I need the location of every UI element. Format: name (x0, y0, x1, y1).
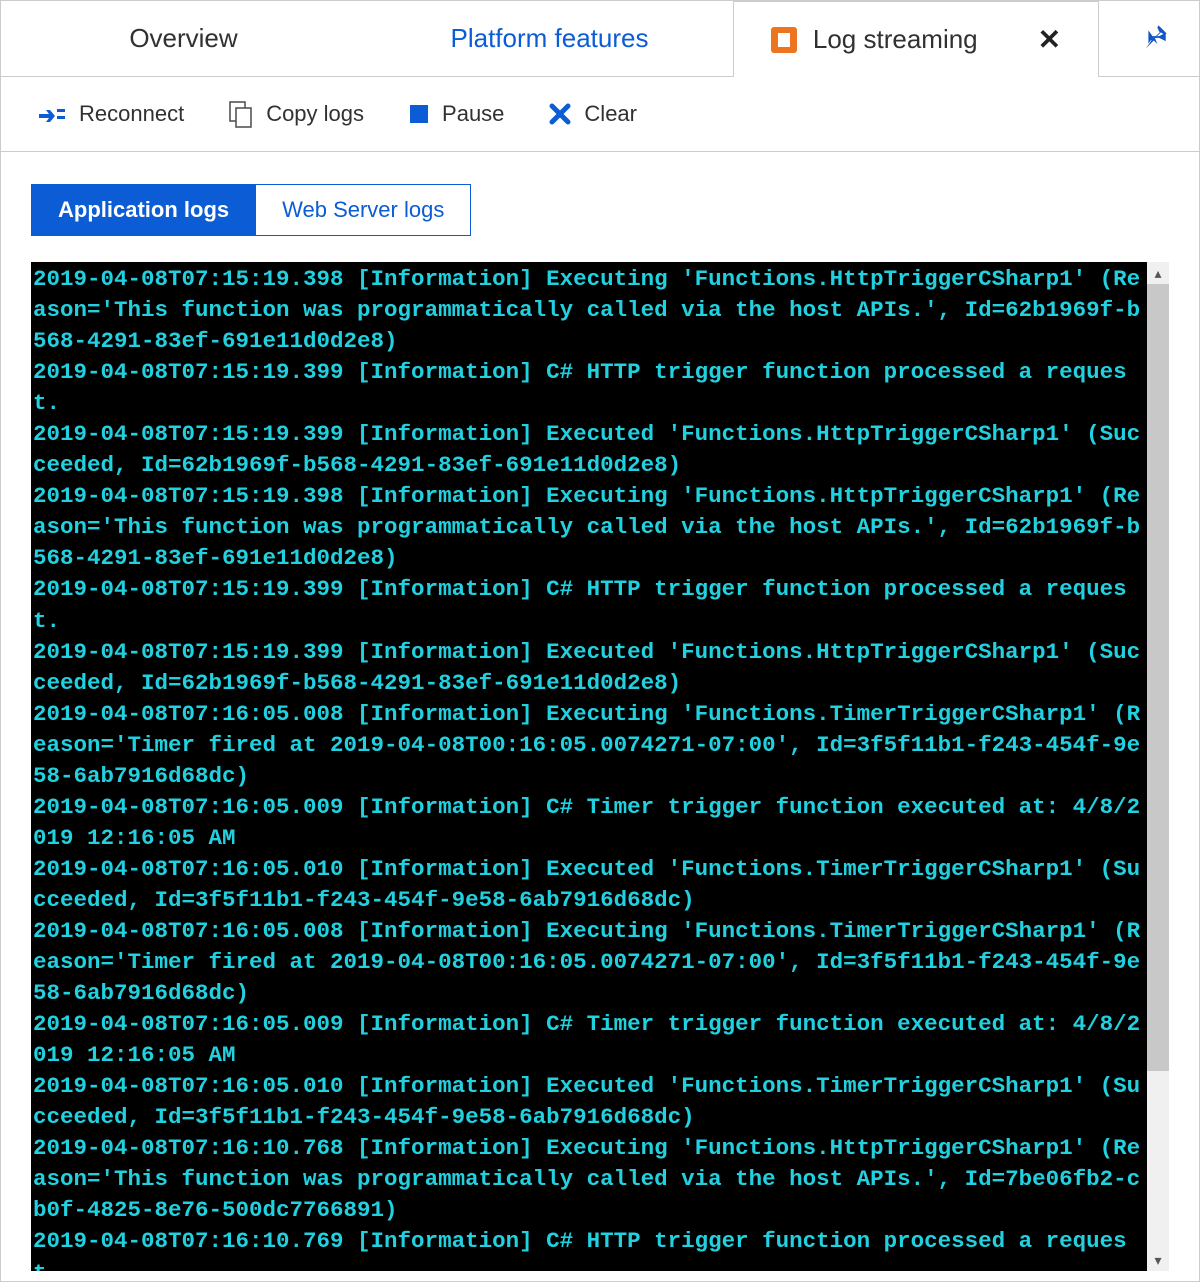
app-service-icon (771, 27, 797, 53)
content-area: Application logs Web Server logs 2019-04… (1, 152, 1199, 1281)
tab-overview-label: Overview (129, 23, 237, 54)
scroll-down-arrow[interactable]: ▾ (1147, 1249, 1169, 1271)
pin-icon (1141, 23, 1169, 51)
reconnect-label: Reconnect (79, 101, 184, 127)
scrollbar-thumb[interactable] (1147, 284, 1169, 1071)
tab-web-server-logs[interactable]: Web Server logs (256, 184, 471, 236)
tab-platform-features[interactable]: Platform features (367, 1, 733, 76)
tab-platform-label: Platform features (451, 23, 649, 54)
pause-icon (408, 103, 430, 125)
tab-log-streaming[interactable]: Log streaming ✕ (733, 1, 1099, 77)
log-type-tabs: Application logs Web Server logs (31, 184, 1169, 236)
scroll-up-arrow[interactable]: ▴ (1147, 262, 1169, 284)
pause-label: Pause (442, 101, 504, 127)
clear-button[interactable]: Clear (548, 101, 637, 127)
pin-button[interactable] (1141, 23, 1169, 56)
close-tab-button[interactable]: ✕ (1038, 23, 1061, 56)
toolbar: Reconnect Copy logs Pause Clear (1, 77, 1199, 152)
console-wrap: 2019-04-08T07:15:19.398 [Information] Ex… (31, 262, 1169, 1271)
pause-button[interactable]: Pause (408, 101, 504, 127)
main-tabstrip: Overview Platform features Log streaming… (1, 1, 1199, 77)
reconnect-icon (37, 103, 67, 125)
copy-logs-button[interactable]: Copy logs (228, 100, 364, 128)
copy-icon (228, 100, 254, 128)
reconnect-button[interactable]: Reconnect (37, 101, 184, 127)
log-console[interactable]: 2019-04-08T07:15:19.398 [Information] Ex… (31, 262, 1147, 1271)
clear-label: Clear (584, 101, 637, 127)
tab-overview[interactable]: Overview (1, 1, 367, 76)
tab-logstream-label: Log streaming (813, 24, 978, 55)
tab-application-logs[interactable]: Application logs (31, 184, 256, 236)
copy-label: Copy logs (266, 101, 364, 127)
app-logs-label: Application logs (58, 197, 229, 222)
scrollbar[interactable]: ▴ ▾ (1147, 262, 1169, 1271)
clear-icon (548, 102, 572, 126)
web-logs-label: Web Server logs (282, 197, 444, 222)
log-streaming-window: Overview Platform features Log streaming… (0, 0, 1200, 1282)
